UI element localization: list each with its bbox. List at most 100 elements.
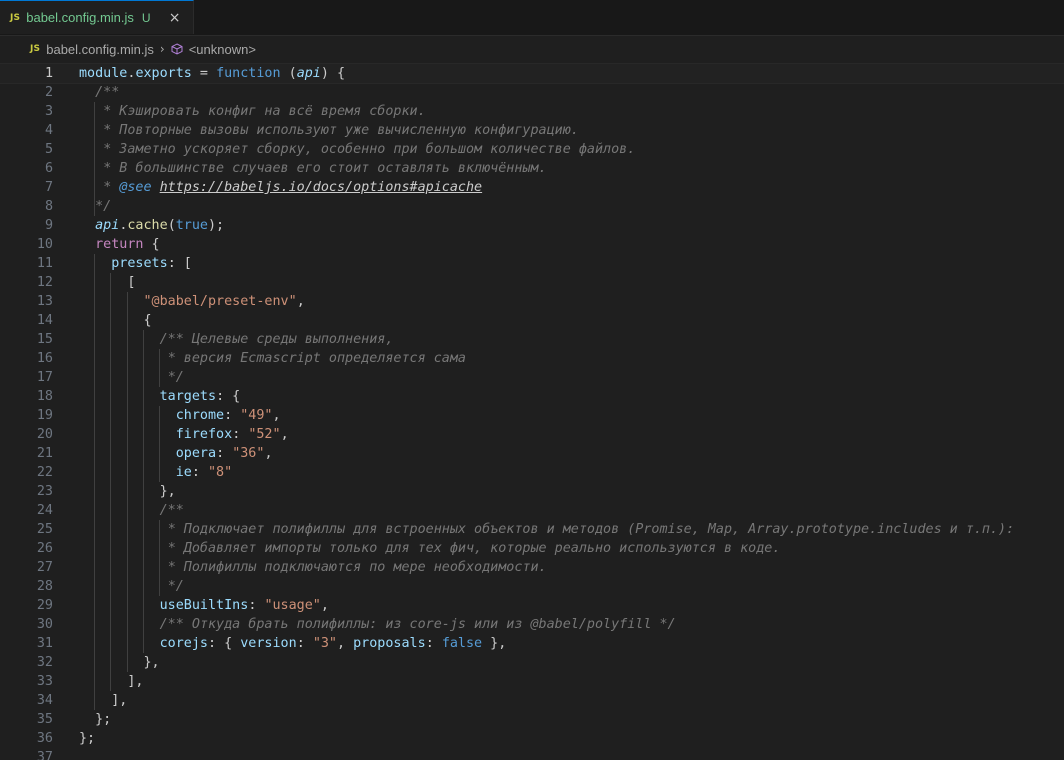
- line-number[interactable]: 1: [0, 64, 53, 83]
- line-number[interactable]: 10: [0, 235, 53, 254]
- line-number[interactable]: 11: [0, 254, 53, 273]
- code-line[interactable]: 19 chrome: "49",: [0, 406, 1064, 425]
- code-line[interactable]: 4 * Повторные вызовы используют уже вычи…: [0, 121, 1064, 140]
- line-number[interactable]: 9: [0, 216, 53, 235]
- code-line[interactable]: 3 * Кэшировать конфиг на всё время сборк…: [0, 102, 1064, 121]
- code-text: module.exports = function (api) {: [79, 66, 346, 81]
- breadcrumb-file[interactable]: babel.config.min.js: [46, 42, 154, 57]
- code-line[interactable]: 15 /** Целевые среды выполнения,: [0, 330, 1064, 349]
- code-line[interactable]: 16 * версия Ecmascript определяется сама: [0, 349, 1064, 368]
- code-editor[interactable]: 1 module.exports = function (api) {2 /** 3…: [0, 63, 1064, 760]
- line-number[interactable]: 12: [0, 273, 53, 292]
- line-number[interactable]: 6: [0, 159, 53, 178]
- code-line[interactable]: 22 ie: "8": [0, 463, 1064, 482]
- line-number[interactable]: 7: [0, 178, 53, 197]
- line-number[interactable]: 24: [0, 501, 53, 520]
- code-line[interactable]: 35 };: [0, 710, 1064, 729]
- line-number[interactable]: 13: [0, 292, 53, 311]
- line-number[interactable]: 23: [0, 482, 53, 501]
- code-text: ],: [79, 674, 144, 689]
- code-line[interactable]: 37: [0, 748, 1064, 760]
- code-line[interactable]: 9 api.cache(true);: [0, 216, 1064, 235]
- code-line[interactable]: 14 {: [0, 311, 1064, 330]
- line-number[interactable]: 29: [0, 596, 53, 615]
- line-number[interactable]: 18: [0, 387, 53, 406]
- code-line[interactable]: 6 * В большинстве случаев его стоит оста…: [0, 159, 1064, 178]
- line-number[interactable]: 37: [0, 748, 53, 760]
- code-line[interactable]: 27 * Полифиллы подключаются по мере необ…: [0, 558, 1064, 577]
- line-number[interactable]: 27: [0, 558, 53, 577]
- code-line[interactable]: 12 [: [0, 273, 1064, 292]
- line-number[interactable]: 32: [0, 653, 53, 672]
- tab-bar: JS babel.config.min.js U ×: [0, 0, 1064, 36]
- line-number[interactable]: 16: [0, 349, 53, 368]
- code-text: [: [79, 275, 136, 290]
- line-number[interactable]: 15: [0, 330, 53, 349]
- code-line[interactable]: 30 /** Откуда брать полифиллы: из core-j…: [0, 615, 1064, 634]
- code-text: * Добавляет импорты только для тех фич, …: [167, 541, 781, 556]
- code-text: {: [79, 313, 152, 328]
- code-text: "@babel/preset-env",: [143, 294, 305, 309]
- line-number[interactable]: 25: [0, 520, 53, 539]
- code-line[interactable]: 5 * Заметно ускоряет сборку, особенно пр…: [0, 140, 1064, 159]
- code-text: */: [167, 579, 184, 594]
- code-line[interactable]: 25 * Подключает полифиллы для встроенных…: [0, 520, 1064, 539]
- code-line[interactable]: 23 },: [0, 482, 1064, 501]
- code-line[interactable]: 20 firefox: "52",: [0, 425, 1064, 444]
- code-line[interactable]: 13 "@babel/preset-env",: [0, 292, 1064, 311]
- line-number[interactable]: 2: [0, 83, 53, 102]
- code-line[interactable]: 28 */: [0, 577, 1064, 596]
- line-number[interactable]: 14: [0, 311, 53, 330]
- line-number[interactable]: 35: [0, 710, 53, 729]
- code-line[interactable]: 1 module.exports = function (api) {: [0, 63, 1064, 84]
- code-text: * Заметно ускоряет сборку, особенно при …: [103, 142, 636, 157]
- code-line[interactable]: 36};: [0, 729, 1064, 748]
- line-number[interactable]: 28: [0, 577, 53, 596]
- code-line[interactable]: 2 /**: [0, 83, 1064, 102]
- breadcrumb-symbol[interactable]: <unknown>: [189, 42, 256, 57]
- line-number[interactable]: 36: [0, 729, 53, 748]
- code-line[interactable]: 8 */: [0, 197, 1064, 216]
- line-number[interactable]: 3: [0, 102, 53, 121]
- code-line[interactable]: 21 opera: "36",: [0, 444, 1064, 463]
- javascript-file-icon: JS: [30, 44, 41, 54]
- code-line[interactable]: 10 return {: [0, 235, 1064, 254]
- code-text: ie: "8": [175, 465, 233, 480]
- close-icon[interactable]: ×: [167, 10, 183, 26]
- code-text: */: [167, 370, 184, 385]
- code-line[interactable]: 24 /**: [0, 501, 1064, 520]
- code-line[interactable]: 33 ],: [0, 672, 1064, 691]
- line-number[interactable]: 30: [0, 615, 53, 634]
- line-number[interactable]: 21: [0, 444, 53, 463]
- untracked-status-badge: U: [141, 10, 151, 25]
- code-line[interactable]: 17 */: [0, 368, 1064, 387]
- code-text: useBuiltIns: "usage",: [159, 598, 329, 613]
- line-number[interactable]: 19: [0, 406, 53, 425]
- line-number[interactable]: 8: [0, 197, 53, 216]
- line-number[interactable]: 26: [0, 539, 53, 558]
- code-line[interactable]: 7 * @see https://babeljs.io/docs/options…: [0, 178, 1064, 197]
- line-number[interactable]: 34: [0, 691, 53, 710]
- line-number[interactable]: 17: [0, 368, 53, 387]
- code-text: * Повторные вызовы используют уже вычисл…: [103, 123, 579, 138]
- code-line[interactable]: 29 useBuiltIns: "usage",: [0, 596, 1064, 615]
- code-line[interactable]: 34 ],: [0, 691, 1064, 710]
- code-line[interactable]: 18 targets: {: [0, 387, 1064, 406]
- code-text: corejs: { version: "3", proposals: false…: [159, 636, 507, 651]
- line-number[interactable]: 20: [0, 425, 53, 444]
- line-number[interactable]: 22: [0, 463, 53, 482]
- code-line[interactable]: 32 },: [0, 653, 1064, 672]
- code-line[interactable]: 11 presets: [: [0, 254, 1064, 273]
- code-text: /**: [159, 503, 184, 518]
- line-number[interactable]: 31: [0, 634, 53, 653]
- code-line[interactable]: 26 * Добавляет импорты только для тех фи…: [0, 539, 1064, 558]
- line-number[interactable]: 4: [0, 121, 53, 140]
- line-number[interactable]: 33: [0, 672, 53, 691]
- code-text: * Подключает полифиллы для встроенных об…: [167, 522, 1015, 537]
- tab-babel-config[interactable]: JS babel.config.min.js U ×: [0, 0, 194, 34]
- code-text: firefox: "52",: [175, 427, 289, 442]
- line-number[interactable]: 5: [0, 140, 53, 159]
- code-text: * @see https://babeljs.io/docs/options#a…: [103, 180, 483, 195]
- code-line[interactable]: 31 corejs: { version: "3", proposals: fa…: [0, 634, 1064, 653]
- code-text: * версия Ecmascript определяется сама: [167, 351, 466, 366]
